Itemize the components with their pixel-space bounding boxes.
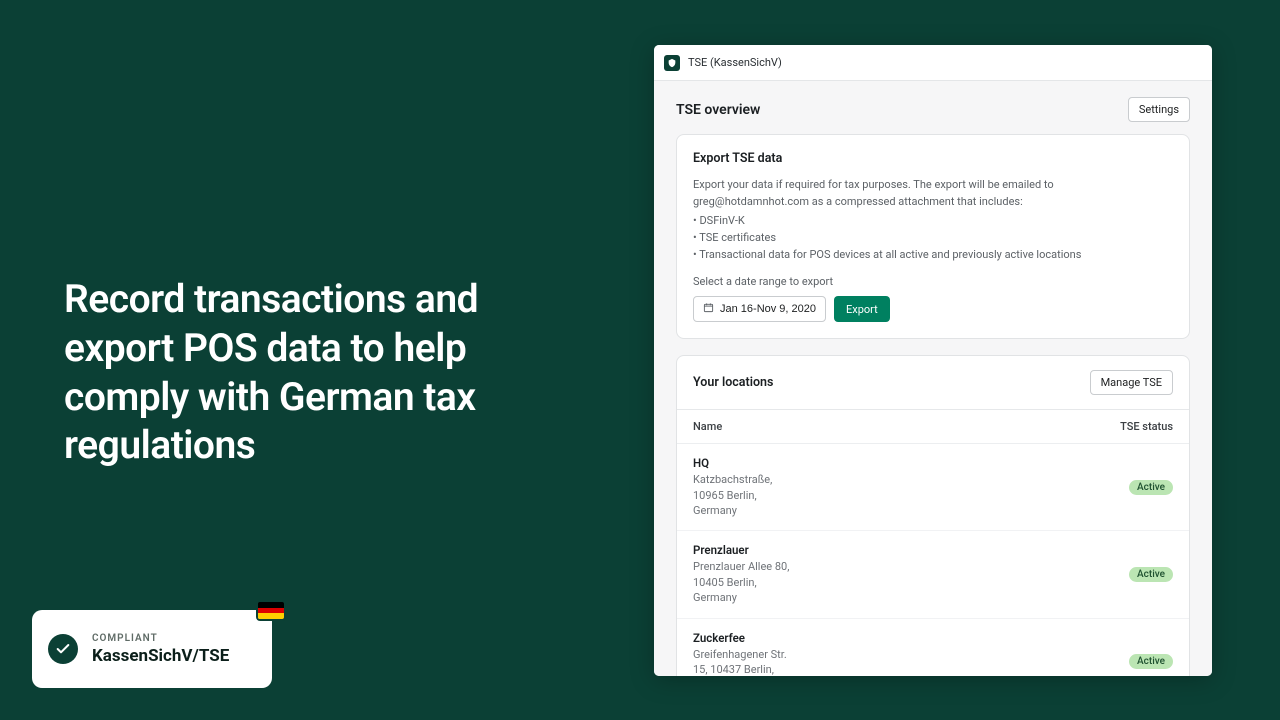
export-bullet: DSFinV-K: [693, 212, 1113, 229]
checkmark-icon: [48, 634, 78, 664]
export-bullet: Transactional data for POS devices at al…: [693, 246, 1113, 263]
export-title: Export TSE data: [693, 151, 1173, 166]
german-flag-icon: [258, 602, 284, 619]
status-badge: Active: [1129, 654, 1173, 669]
export-desc-text: Export your data if required for tax pur…: [693, 178, 1054, 208]
table-header: Name TSE status: [677, 410, 1189, 444]
title-bar: TSE (KassenSichV): [654, 45, 1212, 81]
compliant-title: KassenSichV/TSE: [92, 646, 229, 666]
manage-tse-button[interactable]: Manage TSE: [1090, 370, 1173, 395]
page-title: TSE overview: [676, 102, 760, 118]
compliant-card: COMPLIANT KassenSichV/TSE: [32, 610, 272, 688]
location-name: Prenzlauer: [693, 543, 789, 557]
app-window: TSE (KassenSichV) TSE overview Settings …: [654, 45, 1212, 676]
locations-card: Your locations Manage TSE Name TSE statu…: [676, 355, 1190, 676]
export-description: Export your data if required for tax pur…: [693, 176, 1113, 263]
export-card: Export TSE data Export your data if requ…: [676, 134, 1190, 339]
date-range-label: Select a date range to export: [693, 275, 1173, 288]
date-range-value: Jan 16-Nov 9, 2020: [720, 303, 816, 315]
table-row[interactable]: Prenzlauer Prenzlauer Allee 80,10405 Berl…: [677, 531, 1189, 618]
date-range-button[interactable]: Jan 16-Nov 9, 2020: [693, 296, 826, 322]
table-row[interactable]: Zuckerfee Greifenhagener Str.15, 10437 Be…: [677, 619, 1189, 676]
shield-icon: [664, 55, 680, 71]
location-address: Greifenhagener Str.15, 10437 Berlin,Germ…: [693, 647, 787, 676]
calendar-icon: [703, 302, 714, 316]
status-badge: Active: [1129, 567, 1173, 582]
settings-button[interactable]: Settings: [1128, 97, 1190, 122]
status-badge: Active: [1129, 480, 1173, 495]
compliant-kicker: COMPLIANT: [92, 633, 229, 644]
location-name: HQ: [693, 456, 772, 470]
app-title: TSE (KassenSichV): [688, 56, 782, 69]
location-address: Prenzlauer Allee 80,10405 Berlin,Germany: [693, 559, 789, 605]
location-name: Zuckerfee: [693, 631, 787, 645]
table-row[interactable]: HQ Katzbachstraße,10965 Berlin,Germany Act…: [677, 444, 1189, 531]
export-bullet: TSE certificates: [693, 229, 1113, 246]
col-status: TSE status: [1120, 420, 1173, 433]
locations-title: Your locations: [693, 375, 773, 390]
export-button[interactable]: Export: [834, 296, 890, 322]
hero-headline: Record transactions and export POS data …: [64, 275, 584, 470]
location-address: Katzbachstraße,10965 Berlin,Germany: [693, 472, 772, 518]
col-name: Name: [693, 420, 722, 433]
